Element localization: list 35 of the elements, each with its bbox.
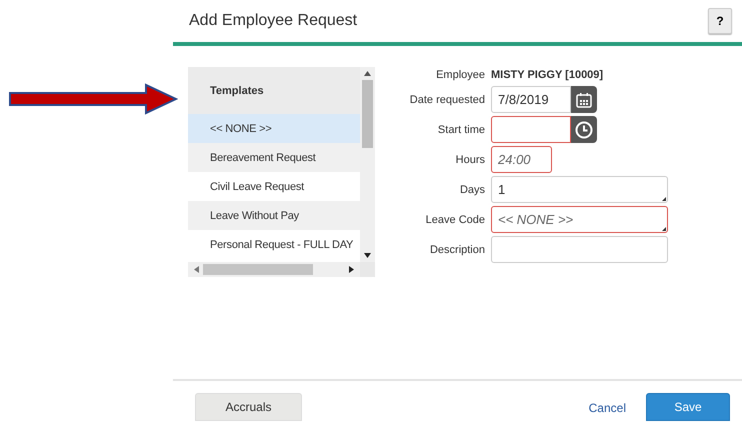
list-item[interactable]: Bereavement Request xyxy=(188,143,360,172)
field-label: Date requested xyxy=(408,94,485,106)
vertical-scrollbar[interactable] xyxy=(360,67,375,262)
field-label: Description xyxy=(428,244,485,256)
input-field[interactable]: << NONE >> xyxy=(491,206,668,233)
field-label: Hours xyxy=(454,154,485,166)
field-label: Start time xyxy=(436,124,485,136)
scroll-down-icon[interactable] xyxy=(364,253,371,258)
list-item[interactable]: Leave Without Pay xyxy=(188,201,360,230)
input-field[interactable] xyxy=(491,236,668,263)
scroll-up-icon[interactable] xyxy=(364,71,371,76)
list-header: Templates xyxy=(188,67,360,114)
calendar-icon xyxy=(576,92,592,108)
dialog-title: Add Employee Request xyxy=(189,12,358,30)
field-label: Leave Code xyxy=(424,214,485,226)
horizontal-scrollbar[interactable] xyxy=(188,262,360,277)
date-field[interactable]: 7/8/2019 xyxy=(491,86,571,113)
list-item[interactable]: << NONE >> xyxy=(188,114,360,143)
resize-grip-icon[interactable] xyxy=(662,227,666,231)
field-label: Days xyxy=(458,184,485,196)
accruals-button[interactable]: Accruals xyxy=(195,393,302,421)
save-button[interactable]: Save xyxy=(646,393,730,421)
hours-field[interactable]: 24:00 xyxy=(491,146,552,173)
help-button[interactable]: ? xyxy=(708,8,732,34)
scroll-left-icon[interactable] xyxy=(194,266,199,273)
calendar-button[interactable] xyxy=(571,86,597,113)
input-field[interactable]: 1 xyxy=(491,176,668,203)
clock-button[interactable] xyxy=(571,116,597,143)
time-field[interactable] xyxy=(491,116,571,143)
clock-icon xyxy=(575,120,593,138)
resize-grip-icon[interactable] xyxy=(662,197,666,201)
cancel-link[interactable]: Cancel xyxy=(588,401,626,415)
scroll-right-icon[interactable] xyxy=(349,266,354,273)
field-label: Employee xyxy=(435,69,485,81)
employee-name: MISTY PIGGY [10009] xyxy=(491,68,604,83)
